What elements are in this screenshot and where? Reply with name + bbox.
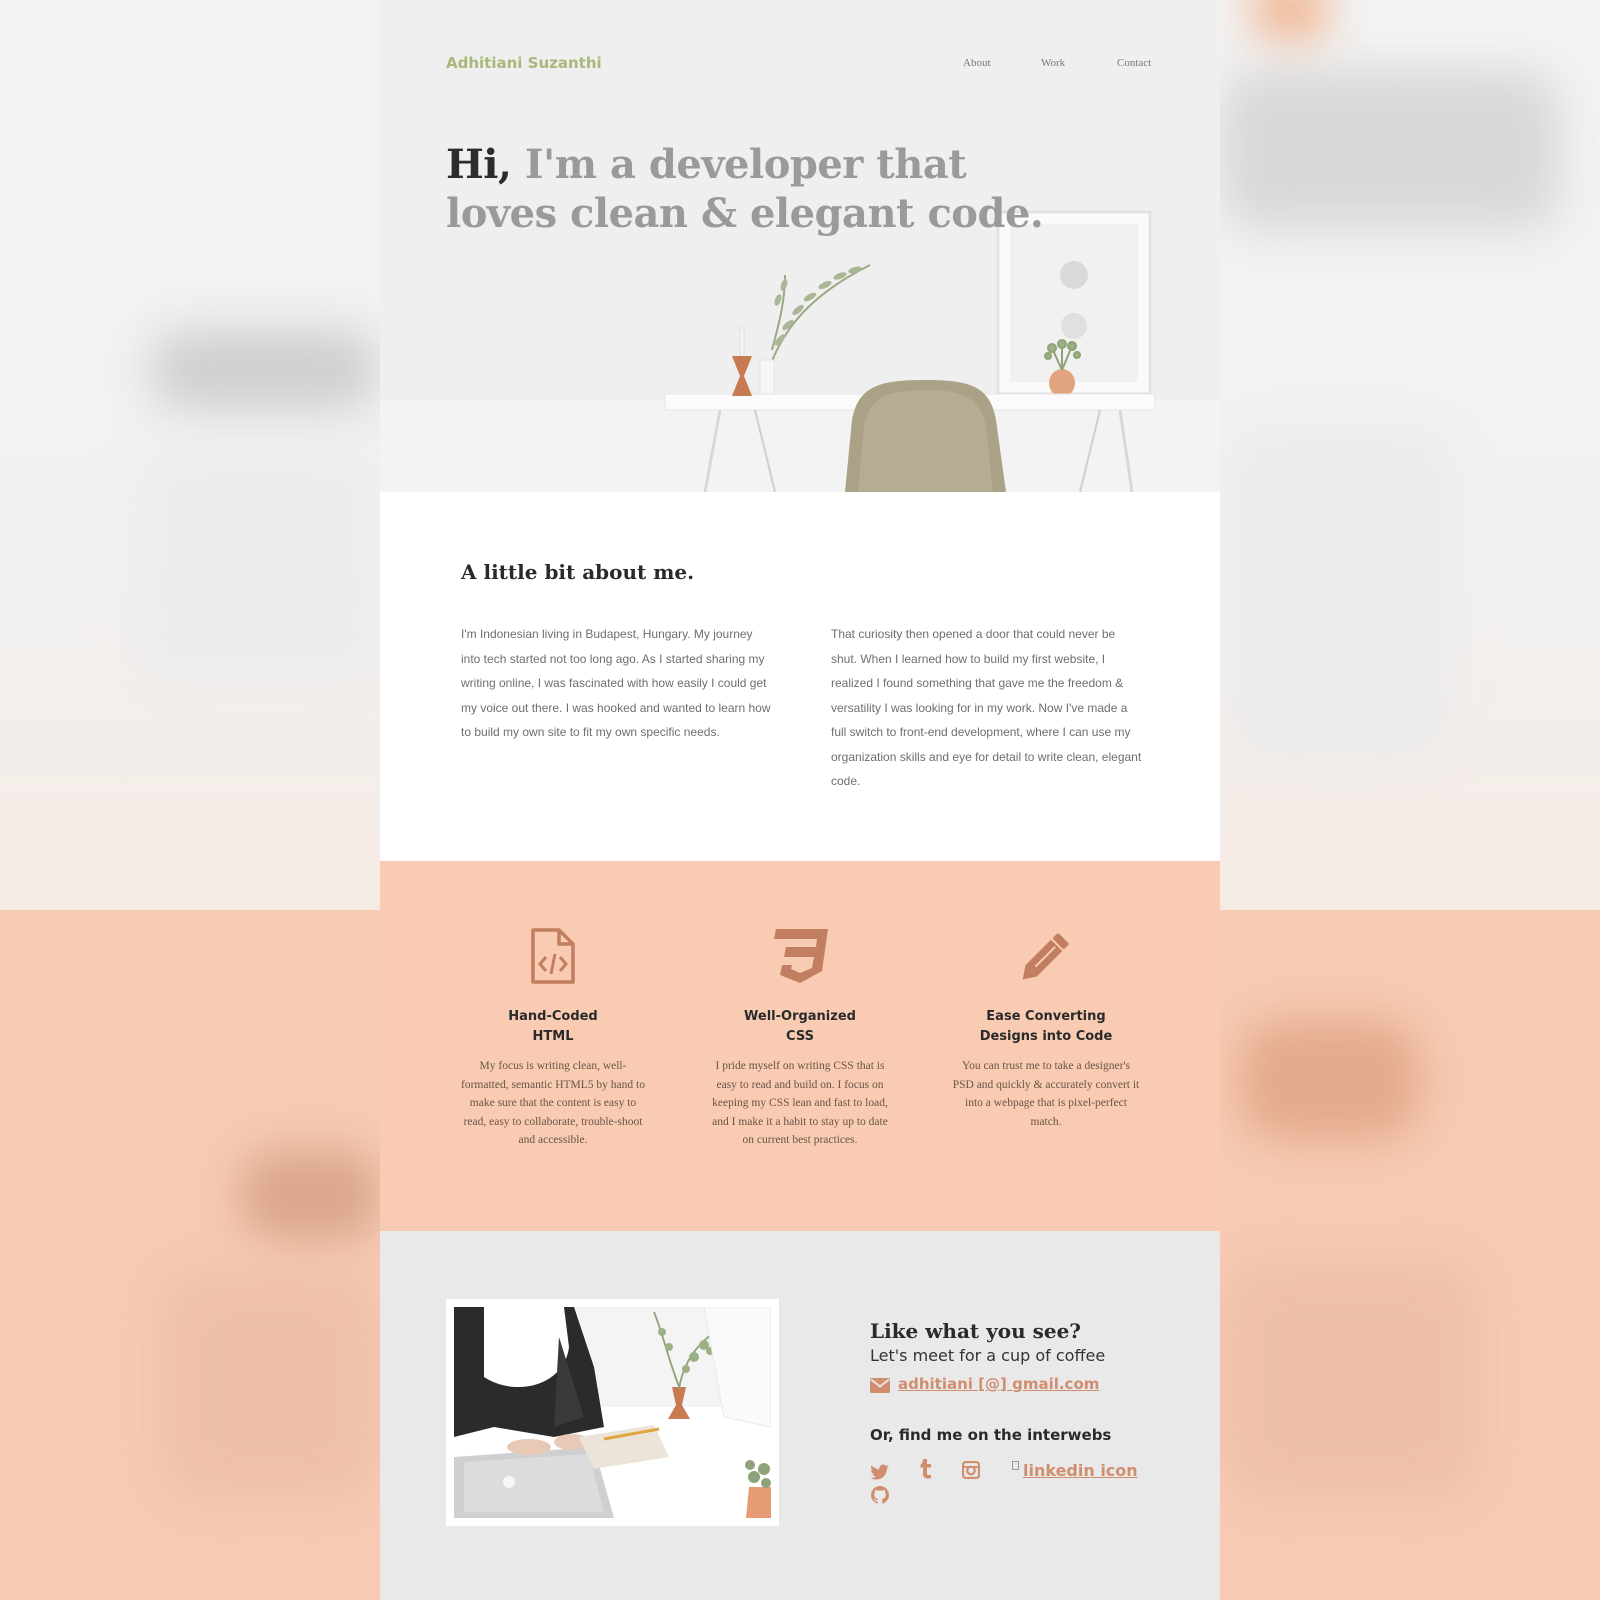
- twitter-icon[interactable]: [871, 1464, 889, 1480]
- workspace-photo-frame: [446, 1299, 779, 1526]
- backdrop-blur-shape: [150, 330, 380, 410]
- skill-card-design: Ease Converting Designs into Code You can…: [951, 927, 1141, 1131]
- skills-section: Hand-Coded HTML My focus is writing clean…: [380, 861, 1220, 1231]
- workspace-photo: [454, 1307, 771, 1518]
- nav-work-link[interactable]: Work: [1041, 57, 1065, 69]
- about-section: A little bit about me. I'm Indonesian li…: [380, 492, 1220, 861]
- pencil-icon: [1022, 933, 1069, 980]
- about-paragraph-right: That curiosity then opened a door that c…: [831, 627, 1142, 788]
- hero-headline-text: I'm a developer that loves clean & elega…: [446, 141, 1044, 237]
- portfolio-page: Adhitiani Suzanthi About Work Contact Hi…: [380, 0, 1220, 1600]
- skill-card-css: Well-Organized CSS I pride myself on writ…: [705, 927, 895, 1150]
- backdrop-blur-shape: [1230, 430, 1450, 760]
- backdrop-blur-shape: [160, 1270, 380, 1500]
- skill-title-line: Ease Converting: [986, 1009, 1106, 1024]
- skill-title-line: Designs into Code: [979, 1029, 1113, 1044]
- instagram-icon[interactable]: [962, 1461, 980, 1479]
- about-paragraph-left: I'm Indonesian living in Budapest, Hunga…: [461, 627, 771, 739]
- hero-headline: Hi, I'm a developer that loves clean & e…: [446, 140, 1086, 238]
- file-code-icon: [531, 928, 575, 984]
- tumblr-icon[interactable]: [920, 1459, 932, 1479]
- skill-description-html: My focus is writing clean, well-formatte…: [461, 1060, 645, 1146]
- skill-description-design: You can trust me to take a designer's PS…: [952, 1060, 1140, 1128]
- skill-title-html: Hand-Coded HTML: [458, 1007, 648, 1047]
- skill-card-html: Hand-Coded HTML My focus is writing clean…: [458, 927, 648, 1150]
- contact-section: Like what you see? Let's meet for a cup …: [380, 1231, 1220, 1600]
- main-nav: About Work Contact: [380, 57, 1220, 77]
- skill-title-line: HTML: [532, 1029, 574, 1044]
- backdrop-blur-shape: [1220, 1260, 1480, 1500]
- skill-title-css: Well-Organized CSS: [705, 1007, 895, 1047]
- skill-title-line: CSS: [786, 1029, 814, 1044]
- skill-description-css: I pride myself on writing CSS that is ea…: [712, 1060, 888, 1146]
- skill-title-line: Hand-Coded: [508, 1009, 598, 1024]
- backdrop-blur-shape: [1240, 1020, 1420, 1140]
- nav-about-link[interactable]: About: [963, 57, 991, 69]
- skill-title-line: Well-Organized: [744, 1009, 856, 1024]
- backdrop-blur-shape: [240, 1150, 380, 1240]
- contact-title: Like what you see?: [870, 1319, 1082, 1343]
- broken-image-icon: [1012, 1461, 1019, 1470]
- skill-title-design: Ease Converting Designs into Code: [951, 1007, 1141, 1047]
- linkedin-link[interactable]: linkedin icon: [1023, 1461, 1138, 1480]
- css3-icon: [774, 929, 828, 983]
- hero-section: Adhitiani Suzanthi About Work Contact Hi…: [380, 0, 1220, 492]
- backdrop-blur-shape: [140, 450, 380, 680]
- social-heading: Or, find me on the interwebs: [870, 1426, 1112, 1444]
- nav-contact-link[interactable]: Contact: [1117, 57, 1151, 69]
- hero-greeting: Hi,: [446, 141, 512, 188]
- envelope-icon: [870, 1378, 890, 1393]
- email-link[interactable]: adhitiani [@] gmail.com: [898, 1375, 1099, 1393]
- contact-subtitle: Let's meet for a cup of coffee: [870, 1346, 1106, 1365]
- backdrop-blur-shape: [1250, 0, 1330, 40]
- github-icon[interactable]: [871, 1486, 889, 1504]
- backdrop-blur-shape: [1220, 70, 1560, 230]
- about-title: A little bit about me.: [461, 560, 695, 584]
